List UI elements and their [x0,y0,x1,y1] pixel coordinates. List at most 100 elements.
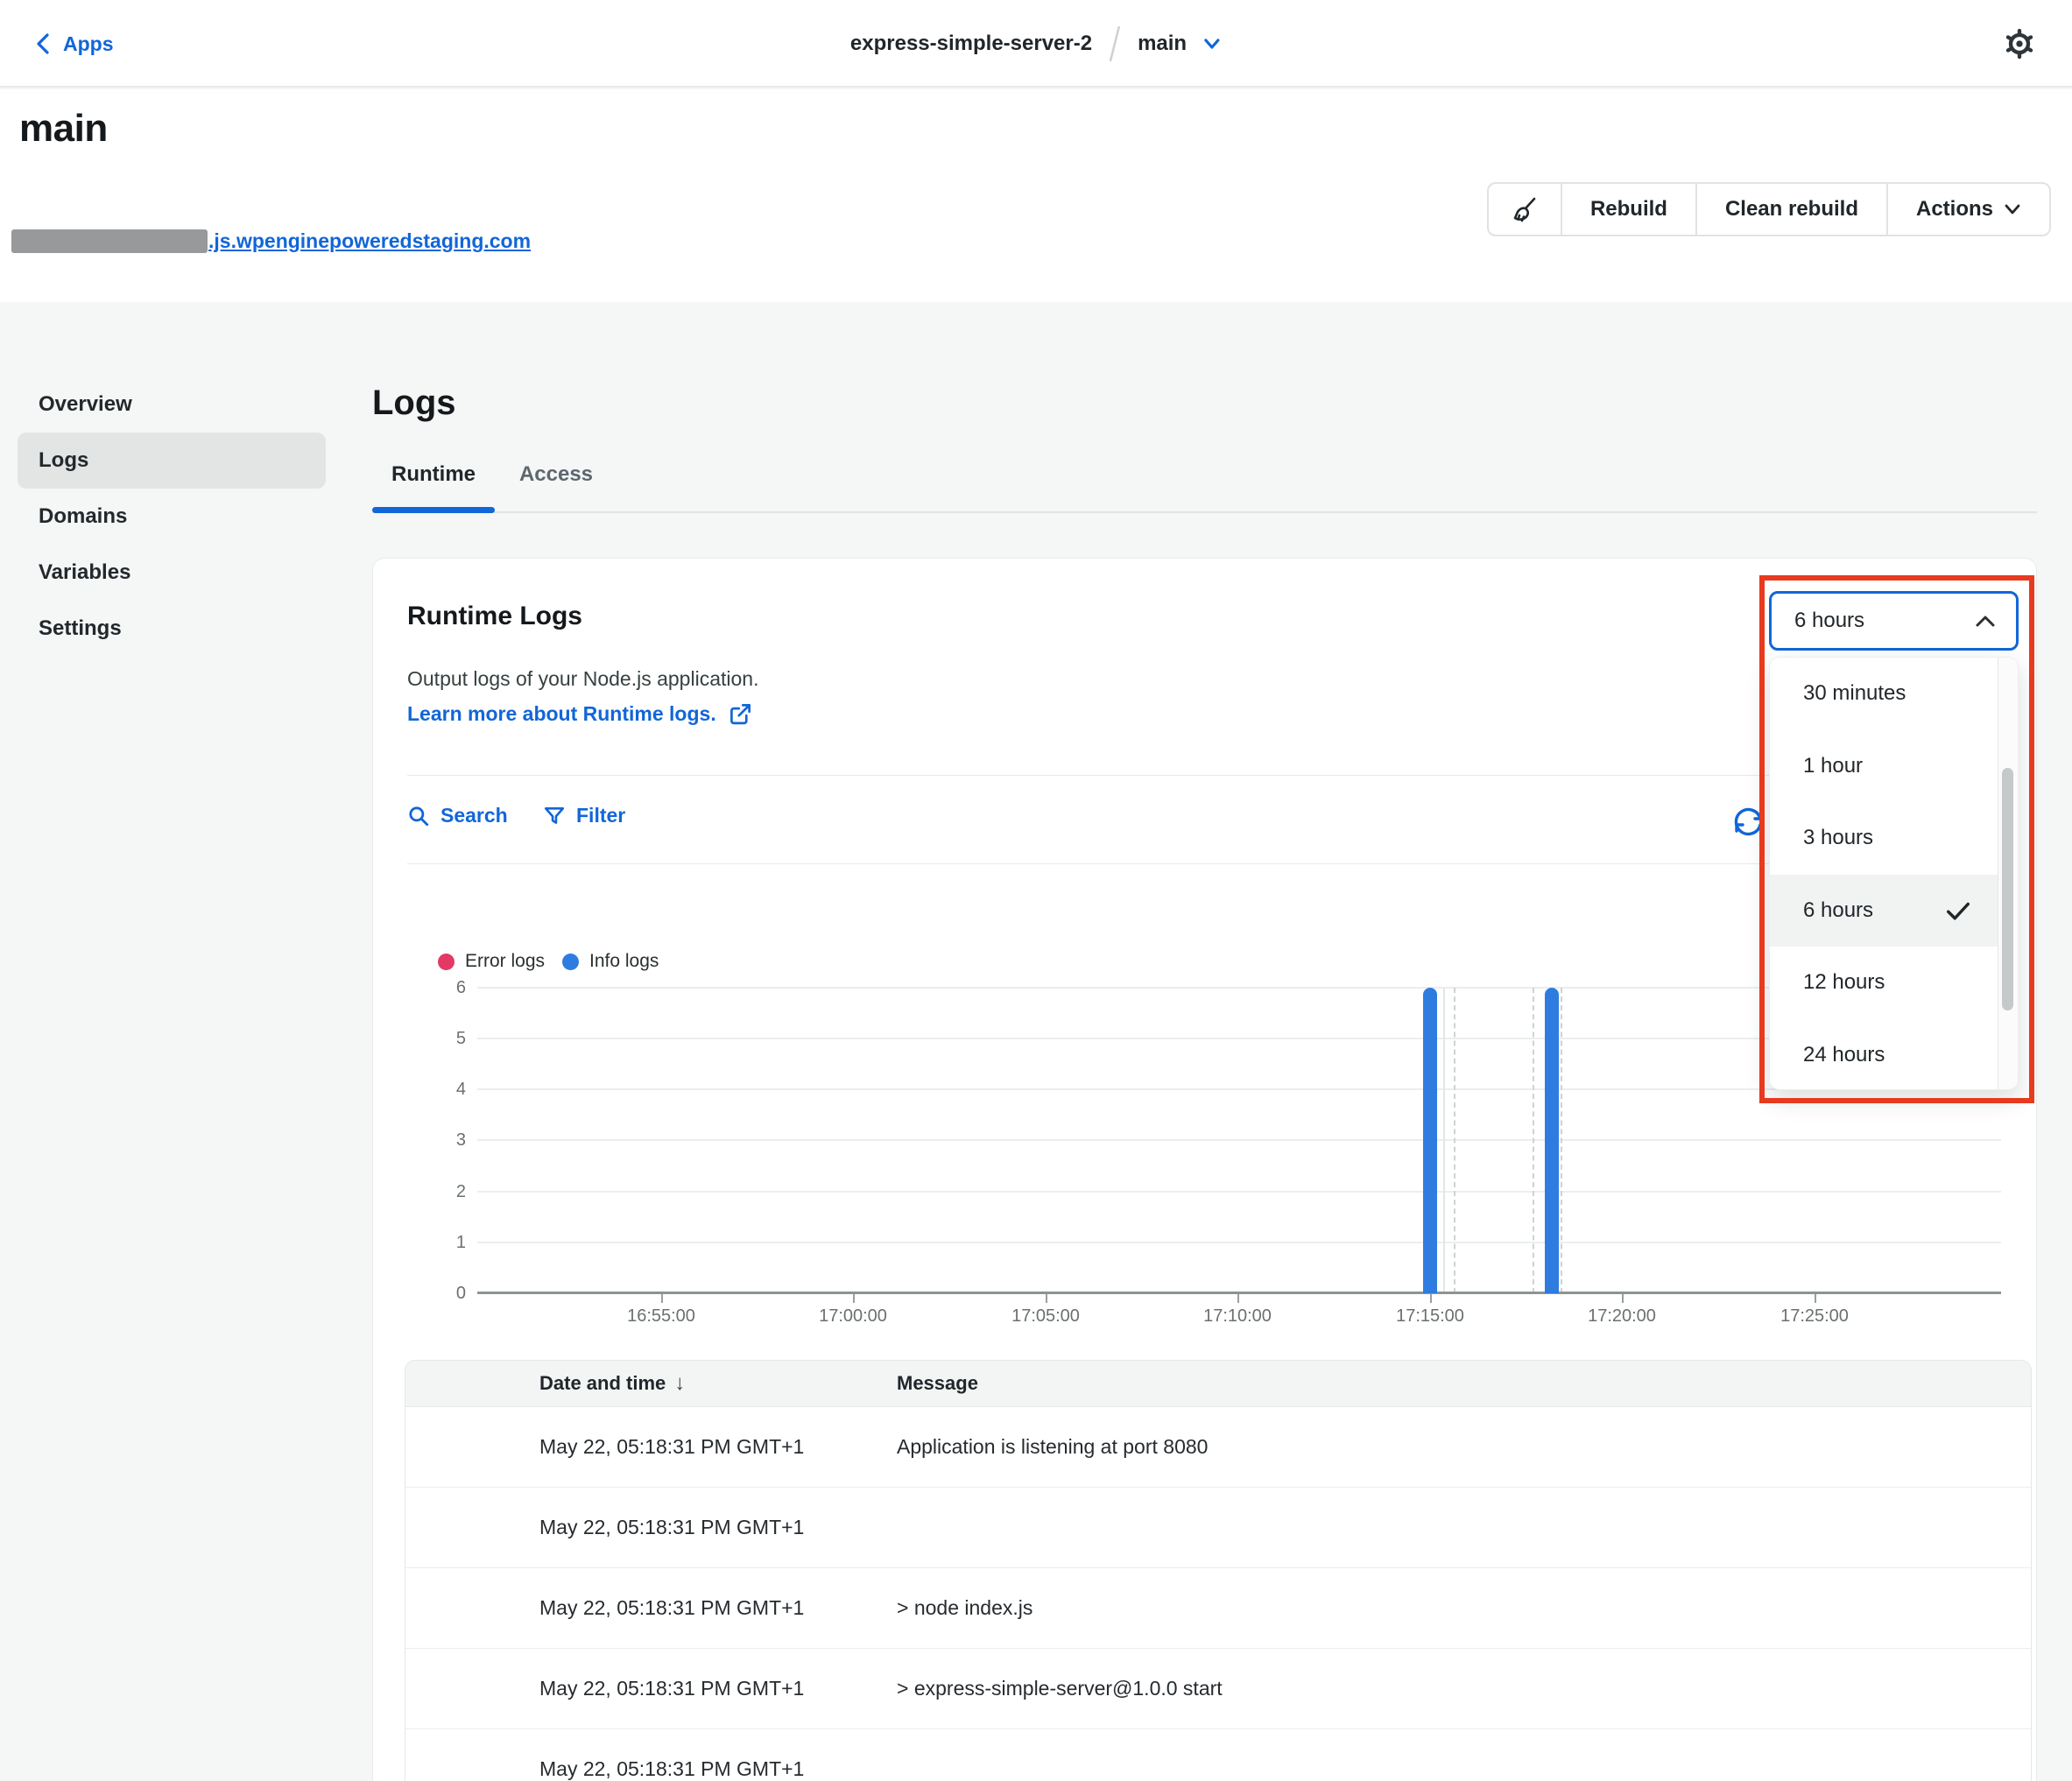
x-axis-tick-label: 17:20:00 [1588,1306,1656,1327]
filter-funnel-icon [543,805,566,827]
x-axis-tick [661,1294,663,1303]
chart-bar [1423,988,1437,1293]
x-axis-tick-label: 17:00:00 [819,1306,887,1327]
actions-label: Actions [1916,197,1993,222]
log-time: May 22, 05:18:31 PM GMT+1 [539,1677,897,1700]
settings-gear-button[interactable] [2002,26,2037,61]
page-title: Logs [372,384,456,423]
x-axis-tick [1815,1294,1816,1303]
time-range-select[interactable]: 6 hours [1769,591,2019,651]
date-time-header-label: Date and time [539,1372,666,1395]
environment-url-link[interactable]: .js.wpenginepoweredstaging.com [11,229,531,253]
sidebar-item-label: Variables [39,560,130,585]
gear-icon [2002,26,2037,61]
back-to-apps-label: Apps [63,32,114,56]
back-to-apps-link[interactable]: Apps [35,0,114,88]
menu-item-1-hour[interactable]: 1 hour [1770,730,1999,803]
url-redaction-overlay [11,229,208,253]
actions-dropdown-button[interactable]: Actions [1888,184,2049,235]
sidebar-item-label: Logs [39,448,88,473]
rebuild-button[interactable]: Rebuild [1562,184,1697,235]
table-row[interactable]: May 22, 05:18:31 PM GMT+1 > node index.j… [405,1568,2031,1649]
menu-item-12-hours[interactable]: 12 hours [1770,947,1999,1019]
x-axis-tick [1237,1294,1239,1303]
learn-more-link[interactable]: Learn more about Runtime logs. [407,702,752,726]
sidebar-item-logs[interactable]: Logs [18,433,326,489]
sidebar-item-settings[interactable]: Settings [18,601,326,657]
menu-item-6-hours[interactable]: 6 hours [1770,875,1999,947]
x-axis-tick-label: 17:15:00 [1396,1306,1464,1327]
chart-guide-line-dashed [1561,988,1562,1293]
gridline [477,1139,2001,1141]
sidebar-item-label: Overview [39,392,132,417]
column-header-message: Message [897,1372,2031,1395]
sidebar-item-label: Domains [39,504,127,529]
y-axis-tick-label: 4 [385,1079,466,1100]
menu-item-24-hours[interactable]: 24 hours [1770,1019,1999,1091]
page: Apps express-simple-server-2 main main [0,0,2072,1781]
legend-info-logs: Info logs [562,951,659,972]
sidebar-item-overview[interactable]: Overview [18,377,326,433]
x-axis-tick-label: 17:10:00 [1203,1306,1272,1327]
breadcrumb-app-name[interactable]: express-simple-server-2 [850,32,1092,56]
environment-title: main [19,107,108,151]
toolbar-bottom-divider [407,863,2002,864]
clear-cache-button[interactable] [1489,184,1562,235]
menu-item-3-hours[interactable]: 3 hours [1770,802,1999,875]
sidebar-item-domains[interactable]: Domains [18,489,326,545]
error-logs-dot [438,954,455,970]
x-axis-tick [1046,1294,1047,1303]
breadcrumb-separator [1108,25,1122,63]
log-time: May 22, 05:18:31 PM GMT+1 [539,1516,897,1539]
sort-descending-icon: ↓ [674,1371,685,1396]
runtime-logs-title: Runtime Logs [407,602,582,631]
breadcrumb-environment[interactable]: main [1138,32,1187,56]
chevron-down-icon [2004,203,2021,215]
column-header-date-time[interactable]: Date and time ↓ [539,1371,897,1396]
y-axis-tick-label: 5 [385,1028,466,1049]
log-time: May 22, 05:18:31 PM GMT+1 [539,1596,897,1620]
search-label: Search [440,804,508,827]
tab-bottom-border [372,511,2037,513]
y-axis-tick-label: 1 [385,1232,466,1253]
external-link-icon [729,702,752,726]
table-row[interactable]: May 22, 05:18:31 PM GMT+1 Application is… [405,1407,2031,1488]
clean-rebuild-button[interactable]: Clean rebuild [1697,184,1888,235]
checkmark-icon [1945,898,1971,924]
info-logs-dot [562,954,579,970]
gridline [477,1191,2001,1193]
gridline [477,1242,2001,1243]
y-axis-tick-label: 0 [385,1283,466,1304]
x-axis-tick [1622,1294,1624,1303]
menu-scrollbar[interactable] [1998,658,2018,1090]
tab-runtime[interactable]: Runtime [372,462,495,487]
chart-legend: Error logs Info logs [438,951,659,972]
tab-access[interactable]: Access [517,462,596,487]
filter-logs-button[interactable]: Filter [543,804,625,827]
refresh-icon [1729,801,1759,841]
environment-actions-group: Rebuild Clean rebuild Actions [1487,182,2051,236]
chevron-up-icon [1974,613,1997,629]
refresh-button[interactable] [1729,801,1759,841]
menu-item-30-minutes[interactable]: 30 minutes [1770,658,1999,730]
table-row[interactable]: May 22, 05:18:31 PM GMT+1 [405,1488,2031,1568]
log-message: Application is listening at port 8080 [897,1435,2031,1459]
chevron-left-icon [35,32,51,55]
chevron-down-icon[interactable] [1202,37,1222,51]
x-axis-tick [853,1294,855,1303]
menu-scrollbar-thumb[interactable] [2002,768,2013,1010]
rebuild-label: Rebuild [1590,197,1667,222]
sidebar-item-variables[interactable]: Variables [18,545,326,601]
y-axis-tick-label: 6 [385,977,466,998]
environment-sidebar: Overview Logs Domains Variables Settings [18,377,326,657]
search-icon [407,805,430,827]
x-axis-baseline [477,1292,2001,1294]
log-time: May 22, 05:18:31 PM GMT+1 [539,1757,897,1781]
environment-url-text: .js.wpenginepoweredstaging.com [208,229,531,253]
log-message: > express-simple-server@1.0.0 start [897,1677,2031,1700]
x-axis-tick-label: 17:25:00 [1780,1306,1849,1327]
table-row[interactable]: May 22, 05:18:31 PM GMT+1 > express-simp… [405,1649,2031,1729]
table-row[interactable]: May 22, 05:18:31 PM GMT+1 [405,1729,2031,1781]
search-logs-button[interactable]: Search [407,804,508,827]
runtime-logs-description: Output logs of your Node.js application. [407,667,758,691]
